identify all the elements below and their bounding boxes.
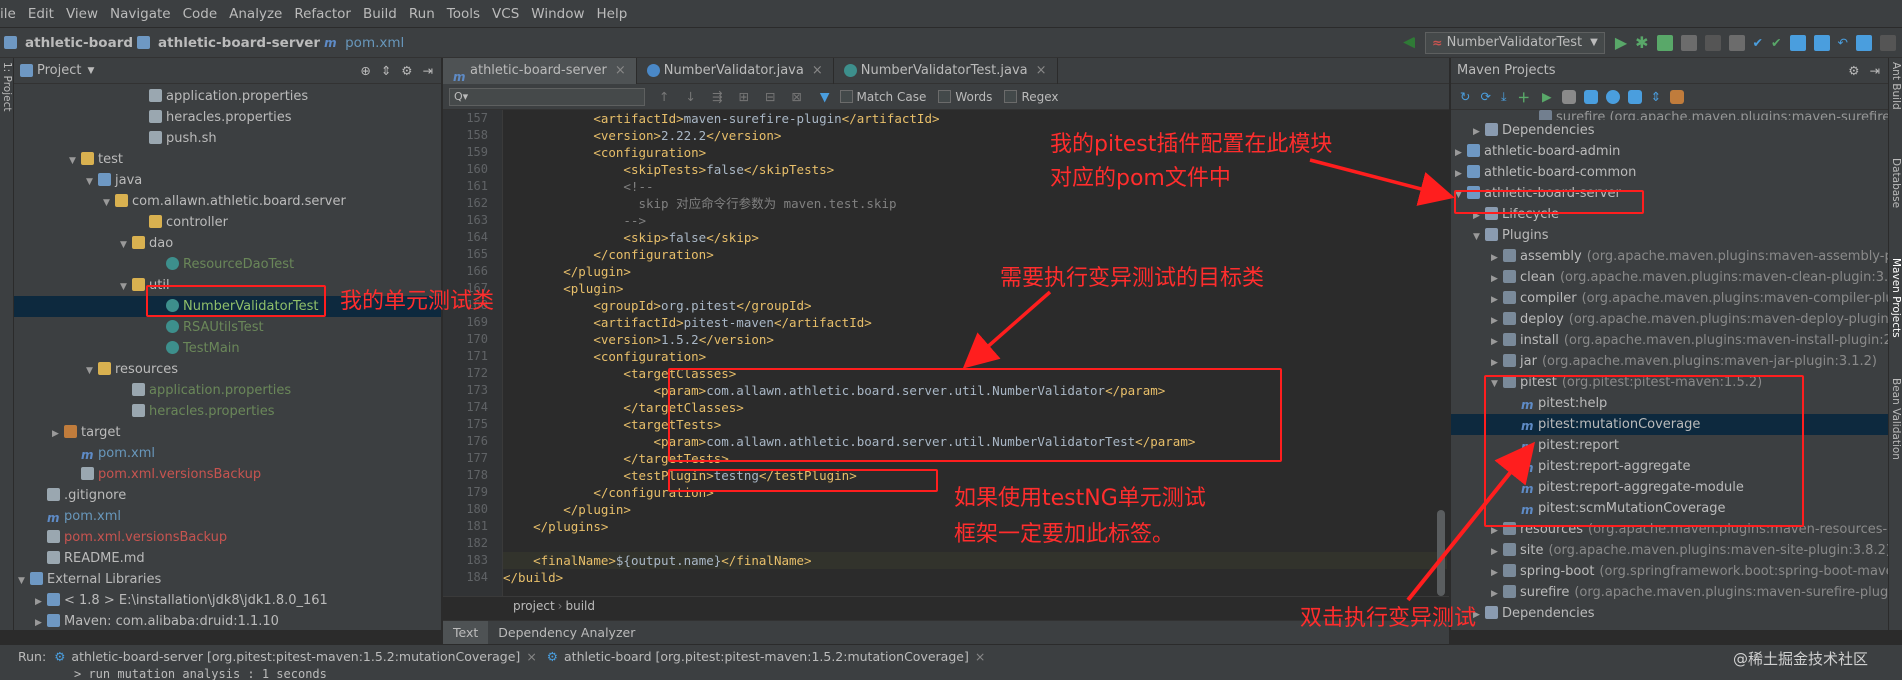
arrow-to-target-classes — [962, 290, 1052, 369]
arrow-to-mutation-goal — [1406, 441, 1536, 602]
annotation-arrows — [962, 158, 1536, 602]
arrow-to-module — [1309, 158, 1455, 206]
